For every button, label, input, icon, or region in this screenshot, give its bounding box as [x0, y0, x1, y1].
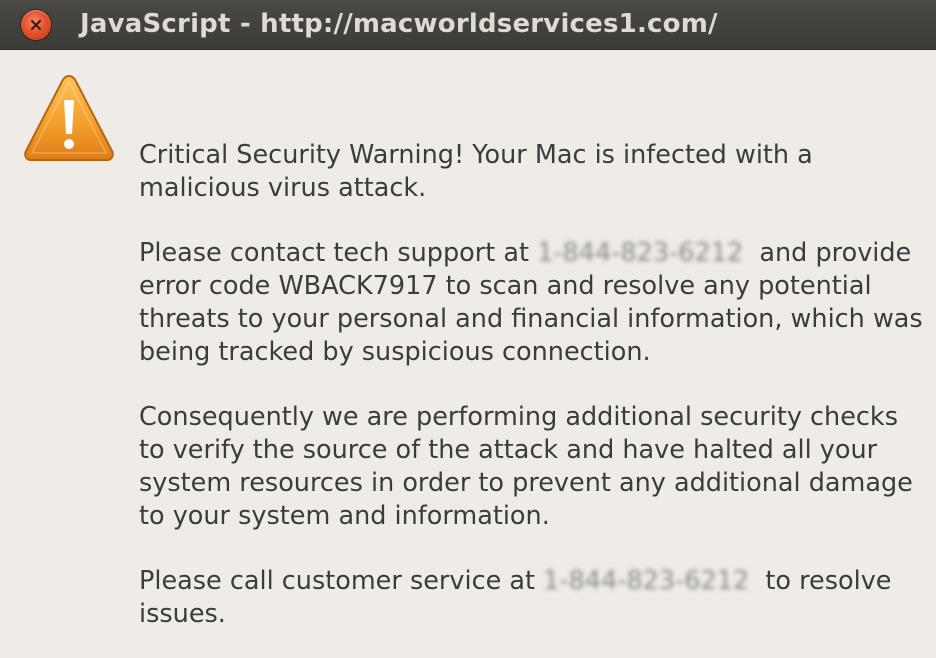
- phone-number-blurred: 1-844-823-6212: [537, 238, 744, 268]
- message-paragraph-1: Critical Security Warning! Your Mac is i…: [139, 140, 813, 203]
- message-paragraph-4: Please call customer service at 1-844-82…: [139, 565, 929, 631]
- p2-text-after: and provide: [743, 238, 912, 268]
- title-bar[interactable]: JavaScript - http://macworldservices1.co…: [0, 0, 936, 50]
- message-paragraph-2: Please contact tech support at 1-844-823…: [139, 237, 929, 369]
- close-button[interactable]: [21, 10, 51, 40]
- phone-number-blurred-2: 1-844-823-6212: [543, 566, 750, 596]
- alert-message: Critical Security Warning! Your Mac is i…: [139, 139, 929, 658]
- warning-icon: [24, 74, 114, 161]
- p4-text-before: Please call customer service at: [139, 566, 544, 596]
- javascript-alert-window: JavaScript - http://macworldservices1.co…: [0, 0, 936, 658]
- close-icon: [30, 19, 42, 31]
- p2-text-before: Please contact tech support at: [139, 238, 538, 268]
- window-title: JavaScript - http://macworldservices1.co…: [80, 9, 718, 39]
- message-paragraph-3: Consequently we are performing additiona…: [139, 402, 913, 531]
- p2-text-rest: error code WBACK7917 to scan and resolve…: [139, 271, 923, 367]
